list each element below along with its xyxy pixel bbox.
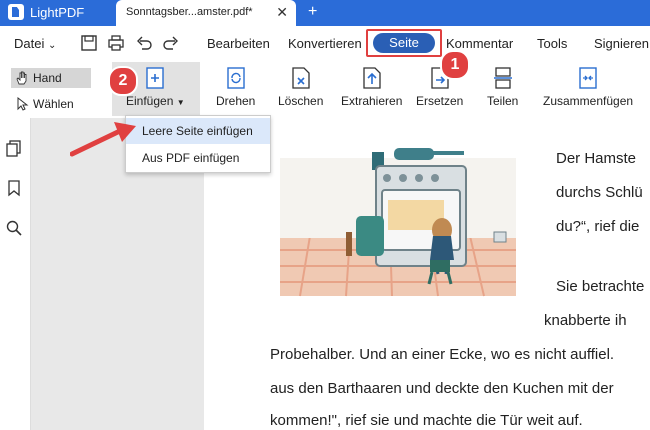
hand-icon: [16, 71, 27, 85]
file-menu-label: Datei: [14, 36, 45, 51]
menu-signieren[interactable]: Signieren: [594, 36, 649, 51]
delete-button[interactable]: Löschen: [278, 66, 323, 108]
pages-icon[interactable]: [5, 139, 23, 157]
redo-icon[interactable]: [162, 34, 180, 52]
cursor-icon: [17, 97, 29, 111]
doc-line-7: aus den Barthaaren und deckte den Kuchen…: [270, 380, 614, 397]
menu-seite[interactable]: Seite: [373, 33, 435, 53]
doc-line-8: kommen!", rief sie und machte die Tür we…: [270, 412, 583, 429]
app-logo: LightPDF: [8, 4, 84, 20]
select-label: Wählen: [33, 97, 74, 111]
extract-label: Extrahieren: [341, 94, 403, 108]
document-tab[interactable]: Sonntagsber...amster.pdf* ✕: [116, 0, 296, 26]
extract-page-icon: [363, 67, 381, 89]
hamster-oven-illustration: [280, 148, 516, 297]
insert-blank-page-option[interactable]: Leere Seite einfügen: [126, 118, 270, 144]
doc-line-6: Probehalber. Und an einer Ecke, wo es ni…: [270, 346, 615, 363]
annotation-arrow: [70, 122, 136, 157]
rotate-button[interactable]: Drehen: [216, 66, 255, 108]
doc-line-5: knabberte ih: [544, 312, 627, 329]
delete-label: Löschen: [278, 94, 324, 108]
step-badge-2: 2: [108, 66, 138, 96]
save-icon[interactable]: [80, 34, 98, 52]
hand-tool-button[interactable]: Hand: [11, 68, 91, 88]
extract-button[interactable]: Extrahieren: [341, 66, 402, 108]
menu-konvertieren[interactable]: Konvertieren: [288, 36, 362, 51]
insert-page-icon: [146, 67, 165, 89]
split-label: Teilen: [487, 94, 519, 108]
hand-label: Hand: [33, 71, 62, 85]
merge-button[interactable]: Zusammenfügen: [543, 66, 633, 108]
left-sidebar: [0, 118, 31, 430]
app-name: LightPDF: [30, 4, 85, 20]
menu-kommentar[interactable]: Kommentar: [446, 36, 513, 51]
search-icon[interactable]: [5, 219, 23, 237]
doc-line-1: Der Hamste: [556, 150, 637, 167]
select-tool-button[interactable]: Wählen: [11, 94, 91, 114]
undo-icon[interactable]: [135, 34, 153, 52]
chevron-down-icon: ⌄: [47, 40, 57, 51]
rotate-label: Drehen: [216, 94, 256, 108]
doc-line-4: Sie betrachte: [556, 278, 645, 295]
menu-tools[interactable]: Tools: [537, 36, 567, 51]
doc-line-2: durchs Schlü: [556, 184, 643, 201]
new-tab-button[interactable]: +: [308, 3, 317, 21]
delete-page-icon: [292, 67, 310, 89]
insert-label: Einfügen: [126, 94, 174, 108]
menu-bearbeiten[interactable]: Bearbeiten: [207, 36, 270, 51]
title-bar: [0, 0, 650, 26]
close-icon[interactable]: ✕: [276, 4, 288, 21]
lightpdf-logo-icon: [8, 4, 24, 20]
insert-dropdown-menu: Leere Seite einfügen Aus PDF einfügen: [125, 115, 271, 173]
step-badge-1: 1: [440, 50, 470, 80]
rotate-icon: [226, 67, 245, 89]
merge-label: Zusammenfügen: [543, 94, 634, 108]
caret-down-icon: ▼: [176, 98, 185, 107]
split-icon: [493, 67, 512, 89]
merge-icon: [579, 67, 597, 89]
split-button[interactable]: Teilen: [487, 66, 518, 108]
bookmark-icon[interactable]: [5, 179, 23, 197]
print-icon[interactable]: [107, 34, 125, 52]
insert-from-pdf-option[interactable]: Aus PDF einfügen: [126, 145, 270, 171]
file-menu[interactable]: Datei ⌄: [14, 36, 56, 51]
replace-label: Ersetzen: [416, 94, 464, 108]
doc-line-3: du?“, rief die: [556, 218, 640, 235]
tab-title: Sonntagsber...amster.pdf*: [126, 6, 253, 18]
